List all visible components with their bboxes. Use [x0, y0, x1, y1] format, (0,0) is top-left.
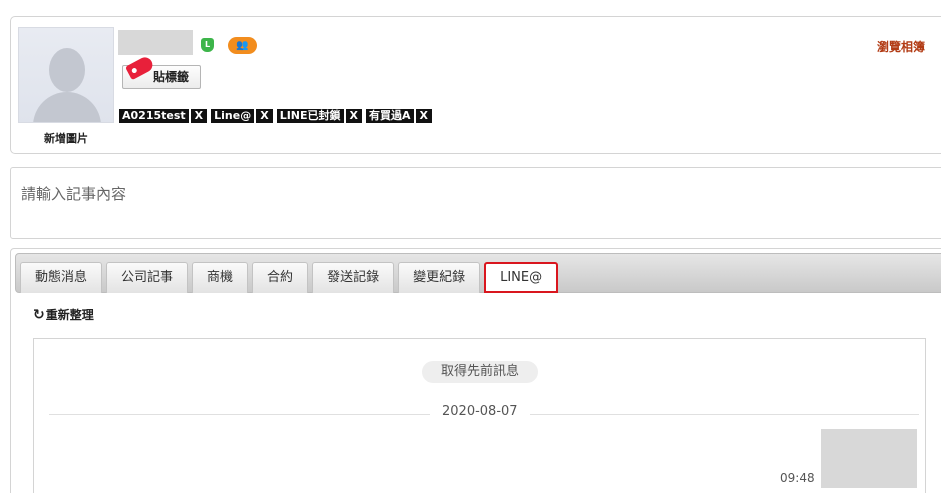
tab-contracts[interactable]: 合約 — [252, 262, 309, 293]
tag-label: LINE已封鎖 — [276, 109, 344, 123]
tag-chip: LINE已封鎖 X — [276, 109, 363, 123]
line-icon: L — [201, 38, 214, 52]
tag-chip: Line@ X — [211, 109, 273, 123]
group-icon[interactable]: 👥 — [228, 37, 257, 54]
tab-line-at[interactable]: LINE@ — [484, 262, 559, 293]
remove-tag-button[interactable]: X — [189, 109, 208, 123]
remove-tag-button[interactable]: X — [414, 109, 433, 123]
tag-chip: 有買過A X — [366, 109, 433, 123]
tag-label: Line@ — [211, 109, 255, 123]
note-input[interactable] — [21, 185, 939, 203]
message-time: 09:48 — [780, 471, 815, 485]
avatar-head-shape — [49, 48, 85, 92]
add-tag-button[interactable]: 貼標籤 — [122, 54, 201, 89]
tag-chip: A0215test X — [119, 109, 208, 123]
profile-card: 新增圖片 L 👥 貼標籤 A0215test X Line@ X LINE已封鎖… — [10, 16, 941, 154]
add-tag-button-label: 貼標籤 — [153, 70, 190, 84]
refresh-button[interactable]: ↻重新整理 — [33, 306, 94, 323]
tab-company-notes[interactable]: 公司記事 — [106, 262, 189, 293]
refresh-icon: ↻ — [33, 307, 45, 323]
tab-bar: 動態消息 公司記事 商機 合約 發送記錄 變更紀錄 LINE@ — [15, 253, 941, 293]
message-bubble-redacted — [821, 429, 917, 488]
contact-name-redacted — [118, 30, 193, 55]
browse-album-link[interactable]: 瀏覽相簿 — [877, 38, 925, 55]
tabs-panel: 動態消息 公司記事 商機 合約 發送記錄 變更紀錄 LINE@ ↻重新整理 取得… — [10, 248, 941, 493]
tab-send-records[interactable]: 發送記錄 — [312, 262, 395, 293]
refresh-label: 重新整理 — [45, 308, 94, 322]
tag-label: A0215test — [119, 109, 189, 123]
tag-list: A0215test X Line@ X LINE已封鎖 X 有買過A X — [119, 109, 433, 123]
tab-opportunities[interactable]: 商機 — [192, 262, 249, 293]
avatar-section: 新增圖片 — [18, 27, 114, 146]
avatar-body-shape — [33, 92, 101, 122]
avatar[interactable] — [18, 27, 114, 123]
tab-change-log[interactable]: 變更紀錄 — [398, 262, 481, 293]
remove-tag-button[interactable]: X — [255, 109, 273, 123]
remove-tag-button[interactable]: X — [344, 109, 363, 123]
load-previous-messages-button[interactable]: 取得先前訊息 — [422, 361, 538, 383]
note-box — [10, 167, 941, 239]
tag-label: 有買過A — [366, 109, 414, 123]
date-separator-label: 2020-08-07 — [430, 404, 530, 419]
tab-news-feed[interactable]: 動態消息 — [20, 262, 103, 293]
add-image-link[interactable]: 新增圖片 — [18, 130, 114, 146]
tag-icon — [125, 54, 155, 81]
chat-area: 取得先前訊息 2020-08-07 09:48 — [33, 338, 926, 493]
